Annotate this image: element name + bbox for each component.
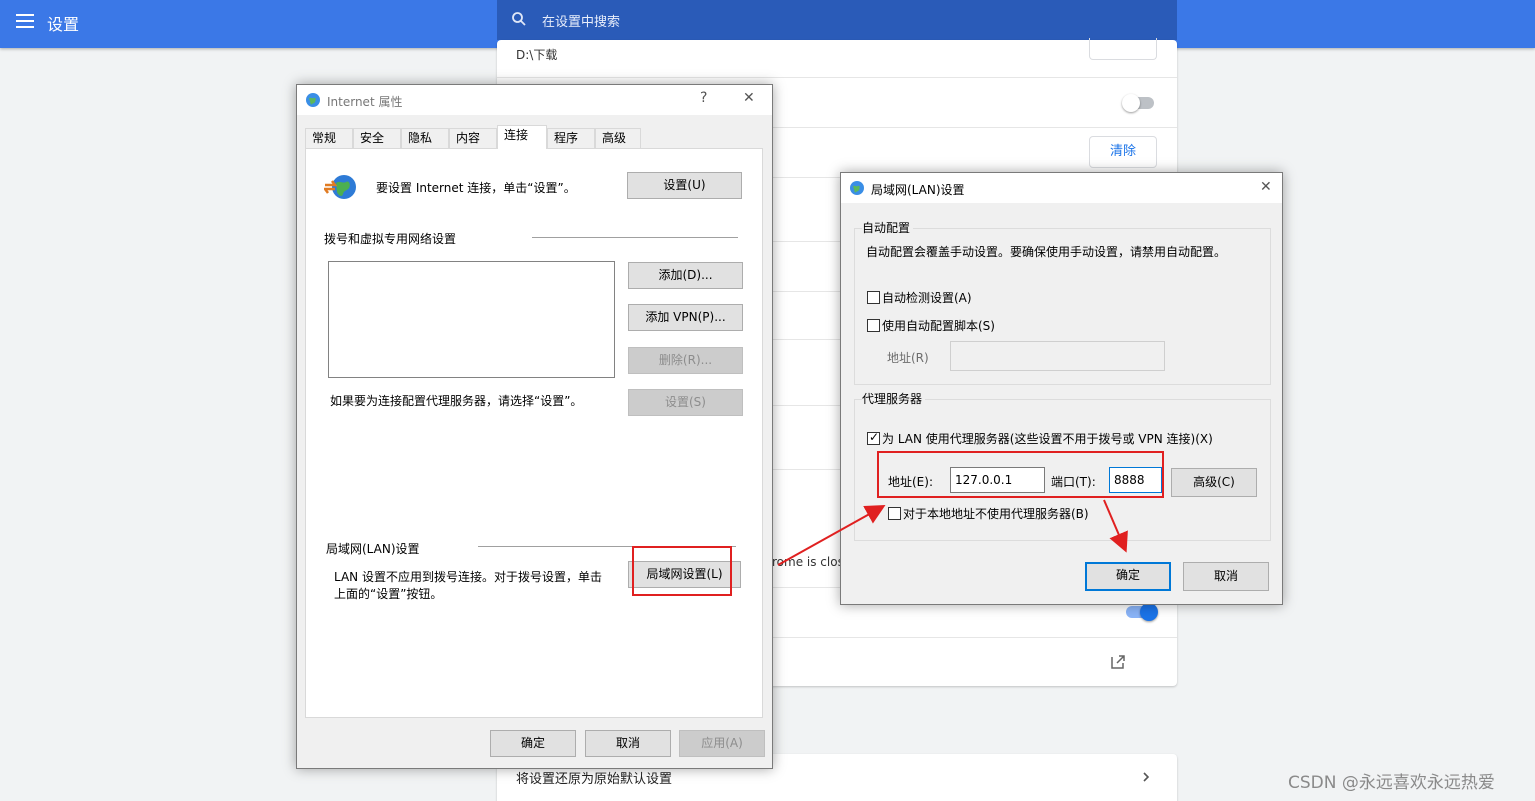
download-path: D:\下载 (516, 48, 558, 62)
background-apps-toggle[interactable] (1126, 603, 1158, 621)
script-address-label: 地址(R) (887, 351, 929, 365)
watermark: CSDN @永远喜欢永远热爱 (1288, 773, 1495, 793)
connection-settings-button[interactable]: 设置(S) (628, 389, 743, 416)
add-button[interactable]: 添加(D)... (628, 262, 743, 289)
tab-security[interactable]: 安全 (353, 128, 401, 148)
add-vpn-button[interactable]: 添加 VPN(P)... (628, 304, 743, 331)
apply-button[interactable]: 应用(A) (679, 730, 765, 757)
proxy-hint-text: 如果要为连接配置代理服务器，请选择“设置”。 (330, 394, 583, 408)
lan-settings-dialog: 局域网(LAN)设置 ✕ 自动配置 自动配置会覆盖手动设置。要确保使用手动设置，… (840, 172, 1283, 605)
dialup-section-header: 拨号和虚拟专用网络设置 (324, 232, 457, 246)
proxy-advanced-button[interactable]: 高级(C) (1171, 468, 1257, 497)
ok-button[interactable]: 确定 (1085, 562, 1171, 591)
close-button[interactable]: ✕ (1260, 179, 1272, 195)
connections-list[interactable] (328, 261, 615, 378)
remove-button[interactable]: 删除(R)... (628, 347, 743, 374)
help-button[interactable]: ? (700, 90, 707, 106)
tab-connections[interactable]: 连接 (497, 125, 547, 149)
search-icon (512, 12, 526, 26)
auto-script-label: 使用自动配置脚本(S) (882, 319, 995, 333)
tab-privacy[interactable]: 隐私 (401, 128, 449, 148)
close-button[interactable]: ✕ (743, 90, 755, 106)
lan-description-line1: LAN 设置不应用到拨号连接。对于拨号设置，单击 (334, 570, 602, 584)
tab-content[interactable]: 内容 (449, 128, 497, 148)
highlight-proxy-fields (877, 451, 1164, 498)
auto-detect-label: 自动检测设置(A) (882, 291, 972, 305)
tab-advanced[interactable]: 高级 (595, 128, 641, 148)
auto-detect-checkbox[interactable] (867, 291, 880, 304)
use-proxy-label: 为 LAN 使用代理服务器(这些设置不用于拨号或 VPN 连接)(X) (882, 432, 1213, 446)
dialog-titlebar: 局域网(LAN)设置 ✕ (841, 173, 1282, 203)
globe-icon (850, 181, 864, 195)
lan-description-line2: 上面的“设置”按钮。 (334, 587, 443, 601)
ask-save-location-toggle[interactable] (1122, 94, 1154, 112)
bypass-local-checkbox[interactable] (888, 507, 901, 520)
change-location-button[interactable] (1089, 38, 1157, 60)
search-placeholder: 在设置中搜索 (542, 15, 621, 30)
use-proxy-checkbox[interactable]: ✓ (867, 430, 880, 445)
auto-script-checkbox[interactable] (867, 319, 880, 332)
globe-icon (306, 93, 320, 107)
lan-section-header: 局域网(LAN)设置 (326, 542, 420, 556)
settings-search-bar[interactable]: 在设置中搜索 (497, 0, 1177, 40)
auto-config-group-label: 自动配置 (862, 219, 914, 236)
script-address-input[interactable] (950, 341, 1165, 371)
external-link-icon[interactable] (1110, 654, 1126, 670)
reset-settings-label: 将设置还原为原始默认设置 (516, 772, 673, 787)
download-location-row: D:\下载 (497, 38, 1177, 78)
ok-button[interactable]: 确定 (490, 730, 576, 757)
background-run-text: rome is clos (772, 555, 844, 569)
clear-button[interactable]: 清除 (1089, 136, 1157, 168)
network-globe-icon (324, 175, 356, 199)
chevron-right-icon (1143, 772, 1150, 782)
dialog-title: 局域网(LAN)设置 (871, 183, 965, 197)
bypass-local-label: 对于本地地址不使用代理服务器(B) (903, 507, 1089, 521)
separator (532, 237, 738, 238)
cancel-button[interactable]: 取消 (585, 730, 671, 757)
dialog-title: Internet 属性 (327, 95, 403, 109)
highlight-lan-button (632, 546, 732, 596)
auto-config-description: 自动配置会覆盖手动设置。要确保使用手动设置，请禁用自动配置。 (866, 245, 1227, 259)
hamburger-menu-icon[interactable] (16, 14, 34, 28)
setup-connection-text: 要设置 Internet 连接，单击“设置”。 (376, 181, 576, 195)
internet-properties-dialog: Internet 属性 ? ✕ 常规 安全 隐私 内容 连接 程序 高级 要设置… (296, 84, 773, 769)
tab-general[interactable]: 常规 (305, 128, 353, 148)
setup-button[interactable]: 设置(U) (627, 172, 742, 199)
tab-programs[interactable]: 程序 (547, 128, 595, 148)
cancel-button[interactable]: 取消 (1183, 562, 1269, 591)
dialog-titlebar: Internet 属性 ? ✕ (297, 85, 772, 115)
connections-panel: 要设置 Internet 连接，单击“设置”。 设置(U) 拨号和虚拟专用网络设… (305, 148, 763, 718)
proxy-server-group-label: 代理服务器 (862, 390, 926, 407)
page-title: 设置 (47, 15, 80, 34)
